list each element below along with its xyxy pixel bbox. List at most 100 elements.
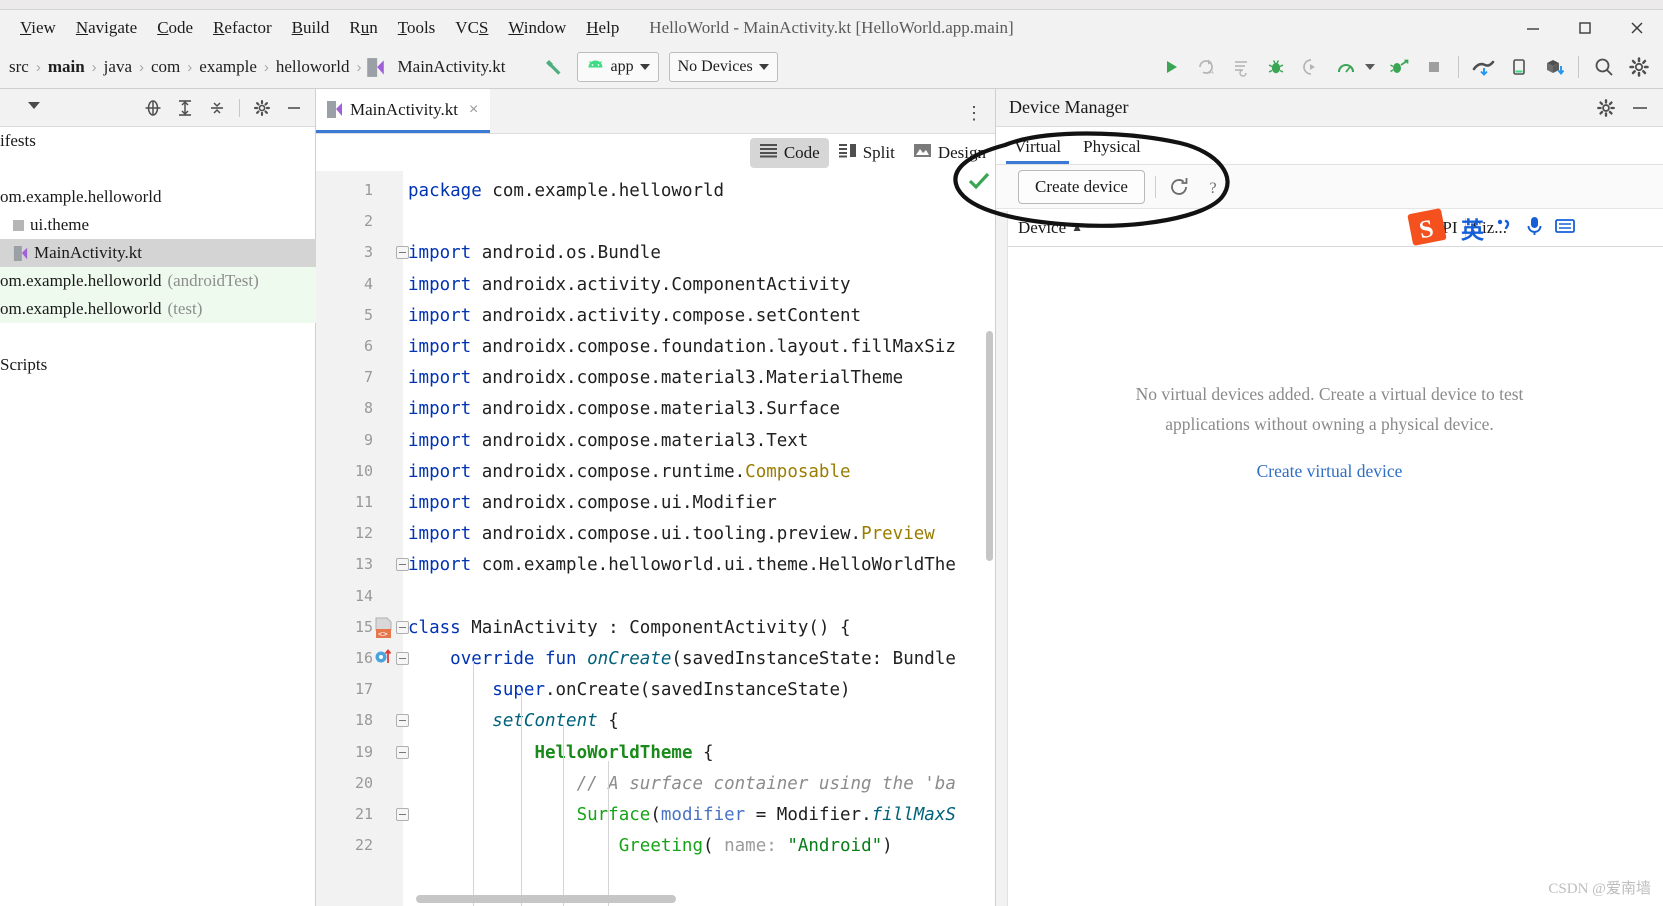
toolbar-divider: [1578, 56, 1579, 78]
stop-icon[interactable]: [1417, 51, 1450, 84]
menu-item-code[interactable]: Code: [147, 15, 203, 41]
line-number: 8: [363, 399, 373, 418]
editor-horizontal-scrollbar[interactable]: [416, 895, 676, 903]
ime-floating-bar[interactable]: S 英: [1398, 205, 1583, 251]
code-editor[interactable]: 1 2 3 4 5 6 7 8 9 10 11 12 13 14 15 16 17 18 19 20 21 22 <> p: [316, 171, 995, 906]
create-device-button[interactable]: Create device: [1018, 169, 1145, 204]
expand-all-icon[interactable]: [172, 95, 198, 121]
sort-ascending-icon: ▲: [1071, 220, 1084, 234]
view-mode-design[interactable]: Design: [904, 138, 995, 168]
ime-mode-label[interactable]: 英: [1461, 211, 1484, 245]
panel-divider: [239, 98, 240, 117]
device-manager-tab-physical[interactable]: Physical: [1075, 132, 1149, 164]
chevron-down-icon: [639, 64, 650, 70]
tree-item-om-example-helloworld[interactable]: om.example.helloworld (test): [0, 295, 316, 323]
tree-item-mainactivity-kt[interactable]: MainActivity.kt: [0, 239, 316, 267]
run-configuration-selector[interactable]: app: [576, 52, 659, 82]
breadcrumb-item-com[interactable]: com: [144, 57, 187, 77]
settings-icon[interactable]: [249, 95, 275, 121]
apply-code-changes-icon[interactable]: [1224, 51, 1257, 84]
kotlin-file-icon: [366, 57, 384, 77]
view-mode-code[interactable]: Code: [749, 137, 829, 168]
breadcrumb-file[interactable]: MainActivity.kt: [362, 57, 513, 78]
editor-gutter[interactable]: 1 2 3 4 5 6 7 8 9 10 11 12 13 14 15 16 17 18 19 20 21 22: [316, 171, 409, 906]
class-gutter-marker-icon[interactable]: <>: [374, 617, 394, 644]
line-number: 11: [354, 493, 373, 511]
inspection-ok-check-icon[interactable]: [967, 170, 991, 197]
menu-item-window[interactable]: Window: [498, 15, 576, 41]
tree-item-ifests[interactable]: ifests: [0, 127, 316, 155]
menu-item-help[interactable]: Help: [576, 15, 629, 41]
editor-vertical-scrollbar[interactable]: [986, 331, 993, 561]
view-mode-label: Code: [783, 142, 820, 162]
hide-panel-icon[interactable]: [1627, 95, 1653, 121]
breadcrumb-item-main[interactable]: main: [41, 57, 92, 77]
view-mode-split[interactable]: Split: [829, 138, 904, 168]
run-with-coverage-icon[interactable]: [1382, 51, 1415, 84]
search-icon[interactable]: [1587, 51, 1620, 84]
project-tree[interactable]: ifests om.example.helloworld ui.theme MainA…: [0, 127, 316, 379]
build-hammer-icon[interactable]: [539, 51, 572, 84]
line-number: 17: [354, 680, 373, 699]
code-line: super.onCreate(savedInstanceState): [492, 680, 851, 701]
line-number: 12: [354, 524, 373, 543]
sogou-logo-icon[interactable]: S: [1406, 206, 1450, 250]
gradle-sync-icon[interactable]: [1467, 51, 1500, 84]
breadcrumb-item-java[interactable]: java: [97, 57, 139, 77]
create-virtual-device-link[interactable]: Create virtual device: [1257, 461, 1403, 482]
breadcrumb-item-src[interactable]: src: [2, 57, 36, 77]
project-view-chevron-icon[interactable]: [28, 102, 40, 109]
menu-item-navigate[interactable]: Navigate: [66, 15, 147, 41]
menu-item-build[interactable]: Build: [282, 15, 340, 41]
attach-debugger-icon[interactable]: [1294, 51, 1327, 84]
help-icon[interactable]: ?: [1202, 174, 1228, 200]
line-number: 20: [354, 773, 373, 792]
tree-item-ui-theme[interactable]: ui.theme: [0, 211, 316, 239]
tree-item-label: om.example.helloworld: [0, 187, 162, 206]
close-tab-icon[interactable]: ×: [469, 101, 478, 119]
microphone-icon[interactable]: [1525, 215, 1544, 242]
device-selector[interactable]: No Devices: [668, 52, 778, 82]
select-opened-file-icon[interactable]: [140, 95, 166, 121]
menu-item-refactor[interactable]: Refactor: [203, 15, 282, 41]
breadcrumb-item-helloworld[interactable]: helloworld: [269, 57, 357, 77]
menu-item-vcs[interactable]: VCS: [445, 15, 498, 41]
maximize-button[interactable]: [1559, 10, 1611, 46]
menu-item-run[interactable]: Run: [339, 15, 387, 41]
column-header-device[interactable]: Device ▲: [1018, 218, 1083, 238]
tree-item-om-example-helloworld[interactable]: om.example.helloworld (androidTest): [0, 267, 316, 295]
code-line: import androidx.compose.material3.Materi…: [408, 368, 904, 389]
keyboard-icon[interactable]: [1555, 216, 1575, 241]
profiler-icon[interactable]: [1329, 51, 1362, 84]
tree-item-om-example-helloworld[interactable]: om.example.helloworld: [0, 183, 316, 211]
code-line: import androidx.activity.compose.setCont…: [408, 305, 862, 326]
hide-panel-icon[interactable]: [281, 95, 307, 121]
close-button[interactable]: [1611, 10, 1663, 46]
menu-item-tools[interactable]: Tools: [388, 15, 446, 41]
line-number: 7: [363, 368, 373, 387]
tree-item-label: ifests: [0, 131, 36, 150]
debug-icon[interactable]: [1259, 51, 1292, 84]
settings-icon[interactable]: [1622, 51, 1655, 84]
settings-icon[interactable]: [1593, 95, 1619, 121]
empty-state-line1: No virtual devices added. Create a virtu…: [1135, 384, 1524, 404]
editor-tab-mainactivity[interactable]: MainActivity.kt ×: [316, 89, 491, 133]
apply-changes-icon[interactable]: A: [1189, 51, 1222, 84]
breadcrumb-item-example[interactable]: example: [192, 57, 264, 77]
profiler-dropdown-caret[interactable]: [1365, 64, 1375, 70]
line-number: 14: [354, 586, 373, 605]
tree-item-scripts[interactable]: Scripts: [0, 351, 316, 379]
editor-tab-bar: MainActivity.kt × ⋮: [316, 89, 995, 134]
collapse-all-icon[interactable]: [204, 95, 230, 121]
refresh-icon[interactable]: [1166, 174, 1192, 200]
code-line: // A surface container using the 'ba: [576, 773, 956, 794]
sdk-manager-icon[interactable]: [1537, 51, 1570, 84]
menu-item-view[interactable]: View: [10, 15, 66, 41]
editor-options-icon[interactable]: ⋮: [965, 103, 983, 124]
punctuation-icon[interactable]: [1495, 216, 1514, 241]
override-gutter-marker-icon[interactable]: [374, 649, 394, 674]
device-manager-tab-virtual[interactable]: Virtual: [1006, 132, 1070, 164]
minimize-button[interactable]: [1507, 10, 1559, 46]
run-icon[interactable]: [1154, 51, 1187, 84]
device-file-explorer-icon[interactable]: [1502, 51, 1535, 84]
